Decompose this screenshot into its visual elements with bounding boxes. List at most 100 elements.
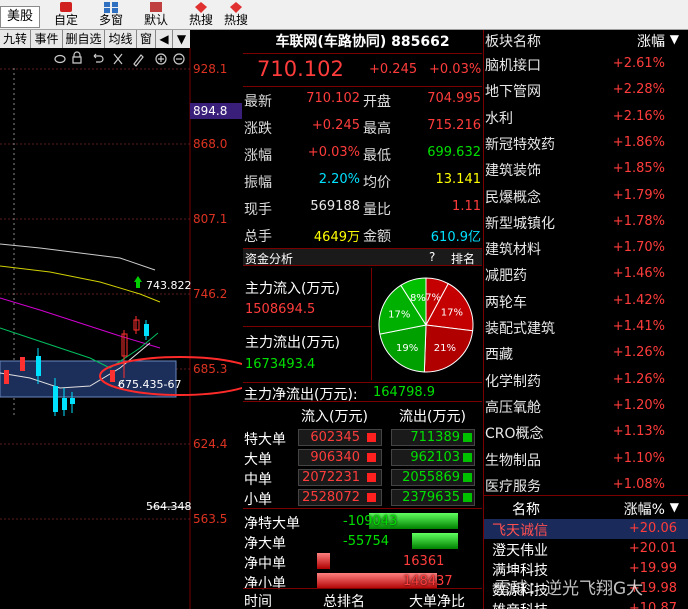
tab-jiuzhuan[interactable]: 九转 [0, 30, 31, 48]
sector-name: 地下管网 [485, 84, 541, 101]
sector-name: 民爆概念 [485, 189, 541, 206]
sector-pct: +1.08% [612, 476, 665, 492]
quote-value: 2.20% [318, 172, 360, 187]
sector-row[interactable]: 地下管网 +2.28% [484, 78, 688, 104]
fund-help-button[interactable]: ? [429, 250, 435, 264]
hot-search-label: 热搜 [188, 13, 213, 27]
hot-search-button[interactable]: 热搜 [181, 0, 221, 30]
sector-row[interactable]: 脑机接口 +2.61% [484, 52, 688, 78]
sector-row[interactable]: 新型城镇化 +1.78% [484, 210, 688, 236]
sector-name: 西藏 [485, 347, 513, 364]
sector-row[interactable]: CRO概念 +1.13% [484, 420, 688, 446]
sector-name: 高压氧舱 [485, 399, 541, 416]
quote-label: 现手 [244, 202, 272, 218]
flow-row: 小单 2528072 2379635 [243, 488, 482, 508]
price-label-3: 868.0 [193, 137, 228, 151]
current-price: 710.102 [257, 57, 344, 81]
flow-head-out: 流出(万元) [399, 409, 466, 425]
sort-down-icon[interactable]: ▼ [670, 32, 679, 46]
quote-label: 量比 [363, 202, 391, 218]
quote-label: 总手 [244, 229, 272, 245]
quote-row-pct: 涨幅 +0.03% 最低 699.632 [243, 142, 482, 168]
quote-row-change: 涨跌 +0.245 最高 715.216 [243, 115, 482, 141]
default-label: 默认 [143, 13, 168, 27]
sector-panel: 板块名称 涨幅 ▼ 脑机接口 +2.61% 地下管网 +2.28% 水利 +2.16% 新冠… [483, 30, 688, 609]
stock-row[interactable]: 澄天伟业 +20.01 [484, 539, 688, 559]
sector-row[interactable]: 减肥药 +1.46% [484, 262, 688, 288]
tab-menu-icon[interactable]: ▼ [173, 30, 190, 48]
sector-pct: +2.16% [612, 108, 665, 124]
sector-pct: +1.10% [612, 450, 665, 466]
sort-down-icon-2[interactable]: ▼ [670, 500, 679, 514]
sector-header: 板块名称 涨幅 ▼ [484, 30, 688, 52]
index-title: 车联网(车路协同) 885662 [243, 30, 482, 54]
flow-out-bar [463, 473, 472, 482]
sector-row[interactable]: 水利 +2.16% [484, 105, 688, 131]
sector-row[interactable]: 化学制药 +1.26% [484, 368, 688, 394]
footer-time[interactable]: 时间 [244, 591, 272, 609]
stock-row[interactable]: 飞天诚信 +20.06 [484, 519, 688, 539]
inflow-label: 主力流入(万元) [245, 281, 340, 297]
pie-label: 21% [434, 343, 456, 354]
stock-row[interactable]: 雄帝科技 +10.87 [484, 599, 688, 609]
kline-chart[interactable]: 928.1 894.8 868.0 807.1 746.2 685.3 624.… [0, 48, 242, 609]
price-label-2: 894.8 [193, 104, 228, 118]
stock-header: 名称 涨幅% ▼ [484, 497, 688, 519]
multi-window-button[interactable]: 多窗 [91, 0, 131, 30]
quote-value: 569188 [310, 199, 360, 214]
quote-value: +0.245 [311, 118, 360, 133]
pie-label: 19% [396, 343, 418, 354]
custom-icon [60, 2, 72, 12]
net-label: 净大单 [244, 536, 286, 552]
tab-window[interactable]: 窗 [137, 30, 156, 48]
sector-header-pct[interactable]: 涨幅 [637, 31, 665, 51]
default-button[interactable]: 默认 [136, 0, 176, 30]
sector-row[interactable]: 两轮车 +1.42% [484, 289, 688, 315]
chart-tool-icons [54, 51, 185, 67]
us-stock-tab[interactable]: 美股 [0, 6, 40, 28]
sector-row[interactable]: 高压氧舱 +1.20% [484, 394, 688, 420]
sector-pct: +1.13% [612, 424, 665, 440]
net-outflow-value: 164798.9 [373, 385, 436, 400]
stock-pct: +20.01 [628, 541, 677, 556]
tab-remove-watchlist[interactable]: 删自选 [63, 30, 105, 48]
footer-big-order-ratio[interactable]: 大单净比 [409, 591, 465, 609]
quote-label: 最低 [363, 148, 391, 164]
sector-row[interactable]: 民爆概念 +1.79% [484, 184, 688, 210]
flow-out: 962103 [410, 450, 460, 465]
custom-button[interactable]: 自定 [46, 0, 86, 30]
quote-row-amplitude: 振幅 2.20% 均价 13.141 [243, 169, 482, 195]
flow-label: 小单 [244, 492, 272, 508]
sector-row[interactable]: 生物制品 +1.10% [484, 447, 688, 473]
net-bar [317, 553, 331, 569]
flow-out: 2055869 [402, 470, 460, 485]
sector-pct: +1.20% [612, 397, 665, 413]
sector-pct: +1.26% [612, 345, 665, 361]
sector-row[interactable]: 新冠特效药 +1.86% [484, 131, 688, 157]
price-label-6: 685.3 [193, 362, 228, 376]
quote-value: 704.995 [427, 91, 481, 106]
hot-search-button-2[interactable]: 热搜 [216, 0, 256, 30]
footer-rank[interactable]: 总排名 [323, 591, 365, 609]
sector-row[interactable]: 建筑材料 +1.70% [484, 236, 688, 262]
flow-in: 2528072 [302, 490, 360, 505]
sector-name: 新型城镇化 [485, 215, 555, 232]
sector-name: CRO概念 [485, 426, 544, 443]
sector-name: 减肥药 [485, 268, 527, 285]
range-label: 675.435-67 [118, 378, 182, 391]
sector-row[interactable]: 西藏 +1.26% [484, 341, 688, 367]
flow-in: 2072231 [302, 470, 360, 485]
quote-value: 715.216 [427, 118, 481, 133]
sector-row[interactable]: 装配式建筑 +1.41% [484, 315, 688, 341]
sector-header-name: 板块名称 [485, 34, 541, 50]
sector-row[interactable]: 建筑装饰 +1.85% [484, 157, 688, 183]
stock-header-pct[interactable]: 涨幅% [624, 499, 665, 519]
tab-events[interactable]: 事件 [31, 30, 63, 48]
quote-value: 13.141 [435, 172, 482, 187]
sector-pct: +1.86% [612, 134, 665, 150]
tab-prev-icon[interactable]: ◀ [156, 30, 173, 48]
fund-rank-button[interactable]: 排名 [451, 250, 475, 267]
undo-icon [93, 53, 104, 63]
sector-name: 两轮车 [485, 294, 527, 311]
tab-moving-average[interactable]: 均线 [105, 30, 137, 48]
